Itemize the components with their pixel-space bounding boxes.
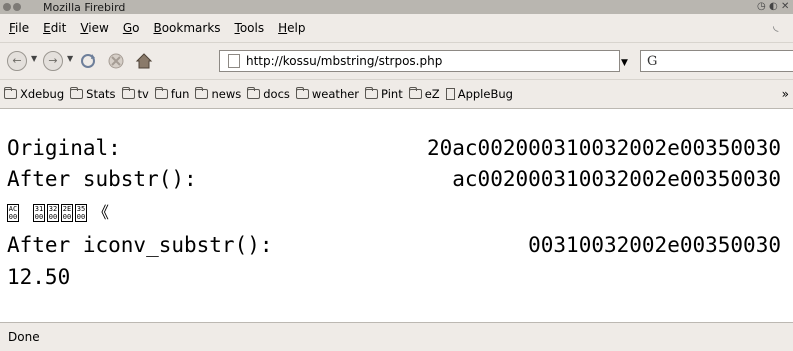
throbber-icon: ◟ (773, 18, 779, 34)
page-icon (228, 54, 240, 68)
window-controls: ◷ ◐ ✕ (757, 0, 793, 14)
bookmark-label: news (211, 87, 242, 101)
bookmark-label: Stats (86, 87, 116, 101)
title-bar: Mozilla Firebird ◷ ◐ ✕ (0, 0, 793, 14)
original-label: Original: (7, 136, 121, 160)
menu-bar: File Edit View Go Bookmarks Tools Help ◟ (0, 14, 793, 43)
menu-bookmarks[interactable]: Bookmarks (146, 21, 227, 35)
bookmark-label: AppleBug (457, 87, 513, 101)
window-menu-icon[interactable] (13, 3, 21, 11)
missing-glyph-box: AC 00 (7, 204, 19, 222)
status-bar: Done (0, 322, 793, 351)
bookmark-ez[interactable]: eZ (408, 87, 440, 101)
menu-view[interactable]: View (73, 21, 115, 35)
url-bar[interactable] (219, 50, 620, 72)
bookmark-label: Pint (381, 87, 403, 101)
folder-icon (4, 87, 17, 99)
navigation-toolbar: ← ▼ → ▼ ▼ G (0, 43, 793, 80)
bookmark-label: fun (170, 87, 190, 101)
minimize-icon[interactable]: ◷ (757, 2, 767, 12)
folder-icon (408, 87, 422, 99)
missing-glyph-box: 2E 00 (61, 204, 73, 222)
home-icon[interactable] (134, 51, 154, 71)
original-value: 20ac002000310032002e00350030 (426, 136, 781, 160)
stop-icon[interactable] (106, 51, 126, 71)
bookmark-label: Xdebug (20, 87, 65, 101)
window-title: Mozilla Firebird (43, 0, 126, 14)
bookmarks-toolbar: Xdebug Stats tv fun news docs weather Pi… (0, 80, 793, 109)
folder-icon (195, 87, 209, 99)
folder-icon (247, 87, 261, 99)
back-dropdown-icon[interactable]: ▼ (31, 54, 39, 64)
url-history-dropdown-icon[interactable]: ▼ (621, 58, 631, 68)
reload-icon[interactable] (78, 51, 98, 71)
folder-icon (295, 87, 309, 99)
bookmark-news[interactable]: news (195, 87, 241, 101)
bookmark-xdebug[interactable]: Xdebug (4, 87, 64, 101)
menu-tools[interactable]: Tools (228, 21, 272, 35)
page-icon (445, 88, 455, 100)
bookmark-applebug[interactable]: AppleBug (445, 87, 513, 101)
folder-icon (365, 87, 379, 99)
menu-edit[interactable]: Edit (36, 21, 73, 35)
iconv-value: 00310032002e00350030 (528, 233, 781, 257)
close-icon[interactable]: ✕ (781, 2, 791, 12)
status-text: Done (8, 330, 40, 344)
search-box[interactable]: G (640, 50, 793, 72)
bookmark-fun[interactable]: fun (154, 87, 190, 101)
menu-go[interactable]: Go (116, 21, 147, 35)
bookmark-label: tv (137, 87, 149, 101)
forward-button[interactable]: → (43, 51, 63, 71)
back-button[interactable]: ← (7, 51, 27, 71)
bookmark-stats[interactable]: Stats (70, 87, 116, 101)
missing-glyph-box: 35 00 (75, 204, 87, 222)
bookmark-docs[interactable]: docs (247, 87, 290, 101)
bookmark-weather[interactable]: weather (295, 87, 360, 101)
bookmark-label: weather (311, 87, 360, 101)
menu-file[interactable]: File (0, 21, 36, 35)
substr-value: ac002000310032002e00350030 (452, 167, 781, 191)
garbled-tail: 《 (93, 203, 110, 222)
iconv-label: After iconv_substr(): (7, 233, 273, 257)
page-content: Original: 20ac002000310032002e00350030 A… (0, 109, 793, 322)
missing-glyph-box: 32 00 (47, 204, 59, 222)
folder-icon (154, 87, 168, 99)
result-value: 12.50 (7, 265, 71, 289)
bookmark-label: docs (263, 87, 290, 101)
bookmark-tv[interactable]: tv (121, 87, 149, 101)
bookmark-pint[interactable]: Pint (365, 87, 403, 101)
folder-icon (121, 87, 135, 99)
garbled-output: AC 00 31 00 32 00 2E 00 35 00 《 (7, 204, 109, 222)
maximize-icon[interactable]: ◐ (769, 2, 779, 12)
bookmark-label: eZ (424, 87, 440, 101)
folder-icon (70, 87, 84, 99)
search-engine-icon[interactable]: G (647, 54, 657, 69)
url-input[interactable] (246, 54, 586, 68)
bookmarks-overflow-button[interactable]: » (782, 87, 789, 101)
missing-glyph-box: 31 00 (33, 204, 45, 222)
menu-help[interactable]: Help (271, 21, 312, 35)
forward-dropdown-icon[interactable]: ▼ (67, 54, 75, 64)
app-icon (3, 3, 11, 11)
substr-label: After substr(): (7, 167, 197, 191)
window-app-icons (0, 3, 43, 11)
